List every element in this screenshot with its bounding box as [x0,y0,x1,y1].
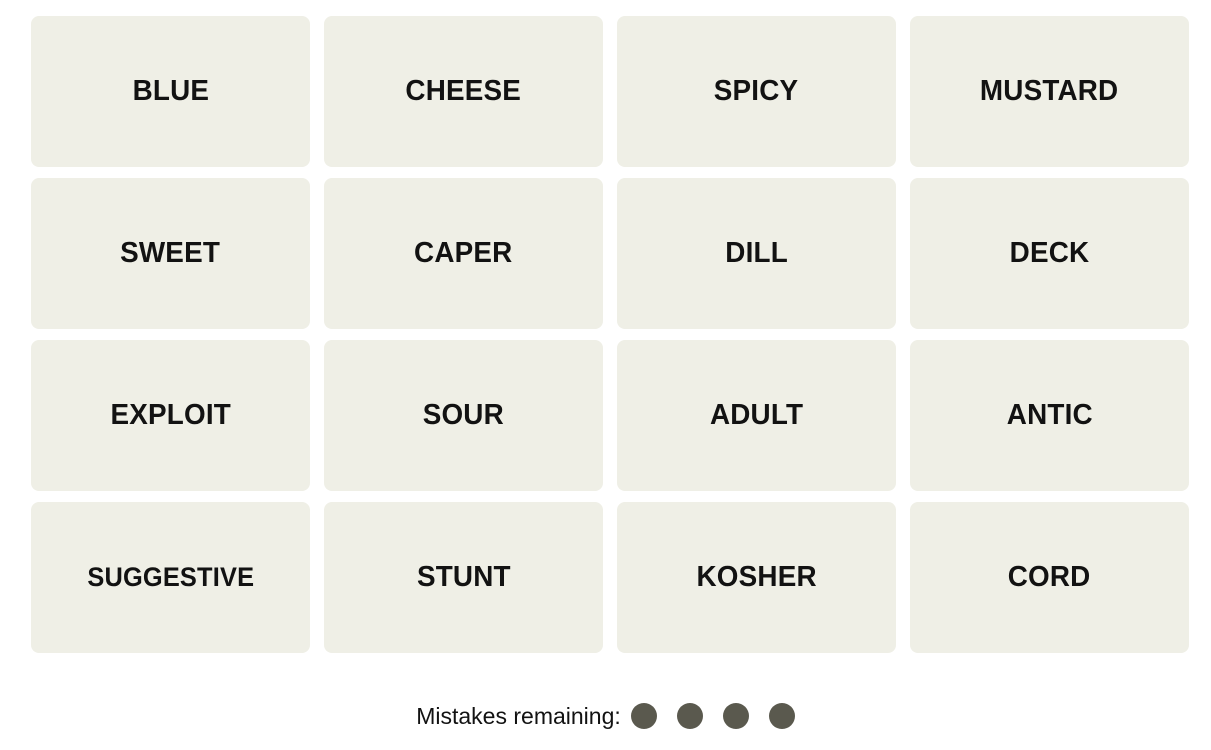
mistake-dot-icon [768,703,795,729]
word-tile-label: EXPLOIT [110,399,231,431]
word-tile-label: DECK [1009,237,1090,269]
word-tile-label: SUGGESTIVE [87,562,254,592]
word-tile[interactable]: CAPER [324,178,603,329]
word-tile-label: STUNT [416,561,511,593]
word-tile[interactable]: SWEET [31,178,310,329]
word-tile[interactable]: EXPLOIT [31,340,310,491]
word-tile[interactable]: CHEESE [324,16,603,167]
word-tile-label: CAPER [414,237,513,269]
word-tile-label: SWEET [120,237,221,269]
word-tile[interactable]: SPICY [617,16,896,167]
word-tile[interactable]: KOSHER [617,502,896,653]
word-tile-label: KOSHER [696,561,817,593]
word-tile[interactable]: DILL [617,178,896,329]
word-tile[interactable]: MUSTARD [910,16,1189,167]
word-tile-label: MUSTARD [980,75,1119,107]
word-tile[interactable]: SUGGESTIVE [31,502,310,653]
word-tile-grid: BLUE CHEESE SPICY MUSTARD SWEET CAPER DILL DECK… [31,16,1189,653]
word-tile[interactable]: CORD [910,502,1189,653]
mistake-dot-icon [722,703,749,729]
word-tile[interactable]: STUNT [324,502,603,653]
word-tile[interactable]: BLUE [31,16,310,167]
word-tile-label: CHEESE [405,75,522,107]
word-tile[interactable]: ANTIC [910,340,1189,491]
mistakes-remaining-row: Mistakes remaining: [0,695,1211,737]
mistakes-remaining-dots [630,703,795,729]
word-tile[interactable]: SOUR [324,340,603,491]
mistakes-remaining-label: Mistakes remaining: [416,702,621,729]
mistake-dot-icon [676,703,703,729]
word-tile-label: BLUE [132,75,209,107]
word-tile[interactable]: DECK [910,178,1189,329]
word-tile-label: SPICY [714,75,799,107]
word-tile[interactable]: ADULT [617,340,896,491]
word-tile-label: SOUR [422,399,505,431]
word-tile-label: ADULT [709,399,804,431]
word-tile-label: DILL [725,237,788,269]
mistake-dot-icon [630,703,657,729]
connections-game: BLUE CHEESE SPICY MUSTARD SWEET CAPER DILL DECK… [0,0,1211,750]
word-tile-label: ANTIC [1006,399,1093,431]
word-tile-label: CORD [1008,561,1091,593]
